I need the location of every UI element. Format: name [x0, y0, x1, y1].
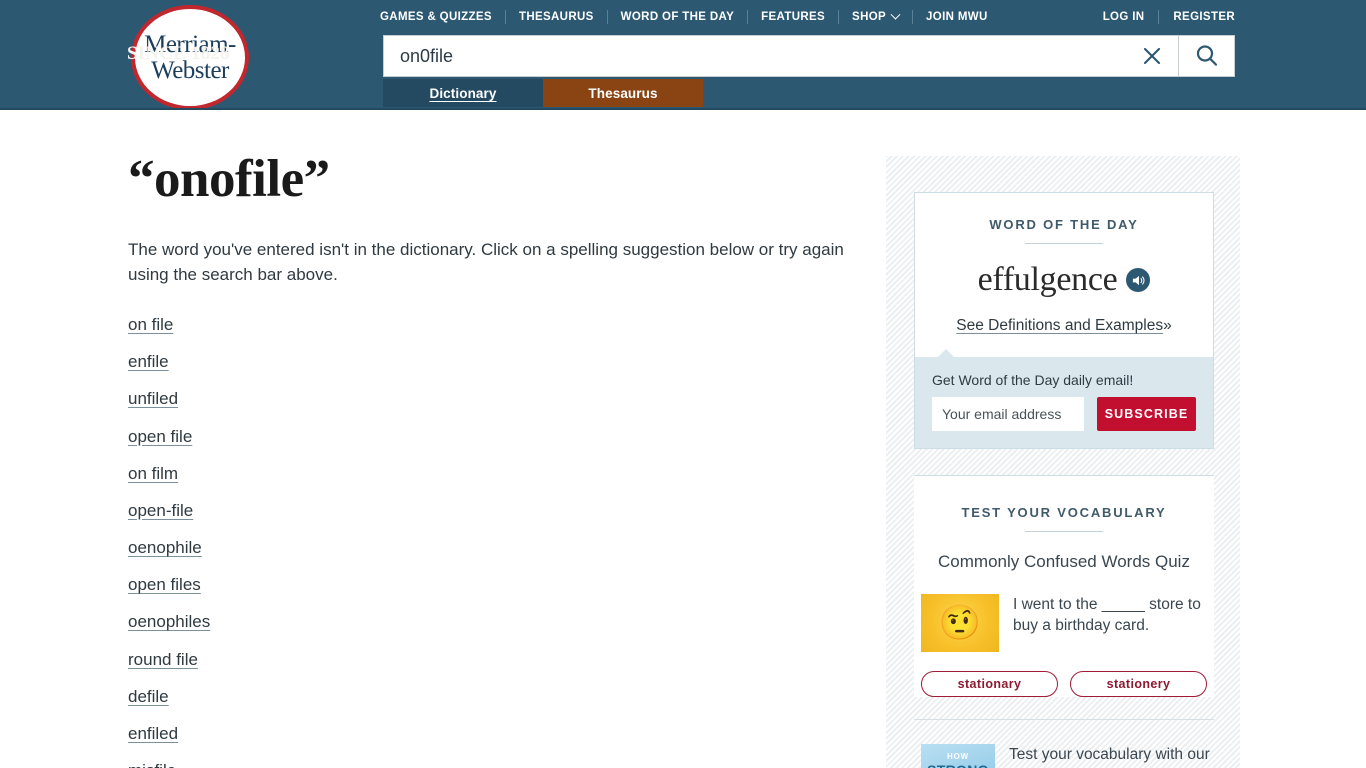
speaker-glyph: [1132, 275, 1145, 285]
suggestion-link[interactable]: open-file: [128, 501, 193, 520]
site-header: Merriam- Webster SINCE 1828 GAMES & QUIZ…: [0, 0, 1366, 110]
email-field[interactable]: [932, 397, 1084, 431]
quiz-choice-stationary[interactable]: stationary: [921, 671, 1058, 697]
email-signup-label: Get Word of the Day daily email!: [932, 372, 1134, 388]
auth-links: LOG IN REGISTER: [1089, 8, 1235, 26]
nav-item-shop-label: SHOP: [852, 11, 887, 23]
primary-nav: GAMES & QUIZZES THESAURUS WORD OF THE DA…: [380, 8, 1001, 26]
quiz-question-row: 🤨 I went to the _____ store to buy a bir…: [914, 594, 1214, 652]
list-item: enfile: [128, 352, 868, 372]
magnifier-icon: [1196, 45, 1217, 66]
quiz-title: Commonly Confused Words Quiz: [938, 552, 1190, 571]
main-content: “onofile” The word you've entered isn't …: [128, 110, 868, 768]
list-item: defile: [128, 687, 868, 707]
word-of-the-day-word-row: effulgence: [915, 261, 1213, 299]
list-item: open files: [128, 575, 868, 595]
test-your-vocabulary-heading: TEST YOUR VOCABULARY: [961, 505, 1167, 520]
word-of-the-day-word: effulgence: [977, 261, 1118, 298]
list-item: oenophiles: [128, 612, 868, 632]
word-of-the-day-card: WORD OF THE DAY effulgence See Definitio…: [914, 192, 1214, 449]
word-of-the-day-heading: WORD OF THE DAY: [989, 217, 1139, 232]
nav-item-join-mwu[interactable]: JOIN MWU: [913, 11, 1001, 23]
search-scope-tabs: Dictionary Thesaurus: [383, 79, 703, 107]
nav-item-games-quizzes[interactable]: GAMES & QUIZZES: [380, 11, 505, 23]
how-strong-line-2: STRONG: [927, 763, 989, 768]
how-strong-thumbnail: HOW STRONG: [921, 744, 995, 768]
search-bar: [383, 35, 1235, 77]
test-your-vocabulary-card: TEST YOUR VOCABULARY Commonly Confused W…: [914, 475, 1214, 697]
suggestion-link[interactable]: enfiled: [128, 724, 178, 743]
page-body: “onofile” The word you've entered isn't …: [0, 110, 1366, 768]
quiz-question-text: I went to the _____ store to buy a birth…: [1013, 596, 1201, 635]
list-item: round file: [128, 650, 868, 670]
list-item: open file: [128, 427, 868, 447]
suggestion-link[interactable]: on film: [128, 464, 178, 483]
list-item: on file: [128, 315, 868, 335]
tab-dictionary[interactable]: Dictionary: [383, 79, 543, 107]
page-title: “onofile”: [128, 150, 330, 208]
email-signup-section: Get Word of the Day daily email! SUBSCRI…: [915, 349, 1213, 448]
nav-item-thesaurus[interactable]: THESAURUS: [506, 11, 607, 23]
word-of-the-day-link-row: See Definitions and Examples»: [915, 317, 1213, 335]
search-submit-button[interactable]: [1178, 36, 1234, 76]
subscribe-button[interactable]: SUBSCRIBE: [1097, 397, 1196, 431]
email-signup-row: SUBSCRIBE: [932, 397, 1196, 431]
how-strong-line-1: HOW: [947, 752, 969, 761]
nav-item-word-of-the-day[interactable]: WORD OF THE DAY: [608, 11, 747, 23]
suggestion-link[interactable]: oenophile: [128, 538, 202, 557]
thinking-face-icon: 🤨: [921, 594, 999, 652]
suggestion-link[interactable]: round file: [128, 650, 198, 669]
tab-thesaurus-label: Thesaurus: [588, 85, 658, 101]
quiz-choice-stationery[interactable]: stationery: [1070, 671, 1207, 697]
list-item: unfiled: [128, 389, 868, 409]
list-item: on film: [128, 464, 868, 484]
suggestion-link[interactable]: open files: [128, 575, 201, 594]
no-result-notice: The word you've entered isn't in the dic…: [128, 239, 844, 284]
since-tagline: SINCE 1828: [127, 43, 230, 64]
suggestion-link[interactable]: oenophiles: [128, 612, 210, 631]
register-link[interactable]: REGISTER: [1159, 11, 1235, 23]
divider: [1025, 243, 1103, 244]
chevron-down-icon: [890, 9, 901, 20]
suggestion-link[interactable]: misfile: [128, 761, 176, 768]
list-item: misfile: [128, 761, 868, 768]
see-definitions-link[interactable]: See Definitions and Examples: [956, 317, 1163, 334]
close-x-icon: [1143, 47, 1161, 65]
suggestion-link[interactable]: on file: [128, 315, 173, 334]
chevron-right-icon: »: [1163, 317, 1172, 334]
nav-item-shop[interactable]: SHOP: [839, 9, 912, 23]
suggestion-link[interactable]: defile: [128, 687, 169, 706]
clear-search-button[interactable]: [1126, 36, 1178, 76]
suggestion-link[interactable]: open file: [128, 427, 192, 446]
tab-thesaurus[interactable]: Thesaurus: [543, 79, 703, 107]
quiz-choices: stationary stationery: [914, 671, 1214, 697]
list-item: oenophile: [128, 538, 868, 558]
search-input[interactable]: [384, 36, 1126, 76]
suggestion-link[interactable]: enfile: [128, 352, 169, 371]
login-link[interactable]: LOG IN: [1089, 11, 1159, 23]
list-item: open-file: [128, 501, 868, 521]
strong-quiz-promo[interactable]: HOW STRONG Test your vocabulary with our…: [914, 719, 1214, 768]
right-sidebar: WORD OF THE DAY effulgence See Definitio…: [886, 156, 1240, 768]
speaker-icon[interactable]: [1126, 268, 1151, 292]
list-item: enfiled: [128, 724, 868, 744]
strong-promo-text: Test your vocabulary with our 10-questio…: [1009, 746, 1210, 768]
nav-item-features[interactable]: FEATURES: [748, 11, 838, 23]
divider: [1025, 531, 1103, 532]
suggestion-link[interactable]: unfiled: [128, 389, 178, 408]
spelling-suggestions-list: on file enfile unfiled open file on film…: [128, 315, 868, 768]
tab-dictionary-label: Dictionary: [429, 85, 497, 101]
